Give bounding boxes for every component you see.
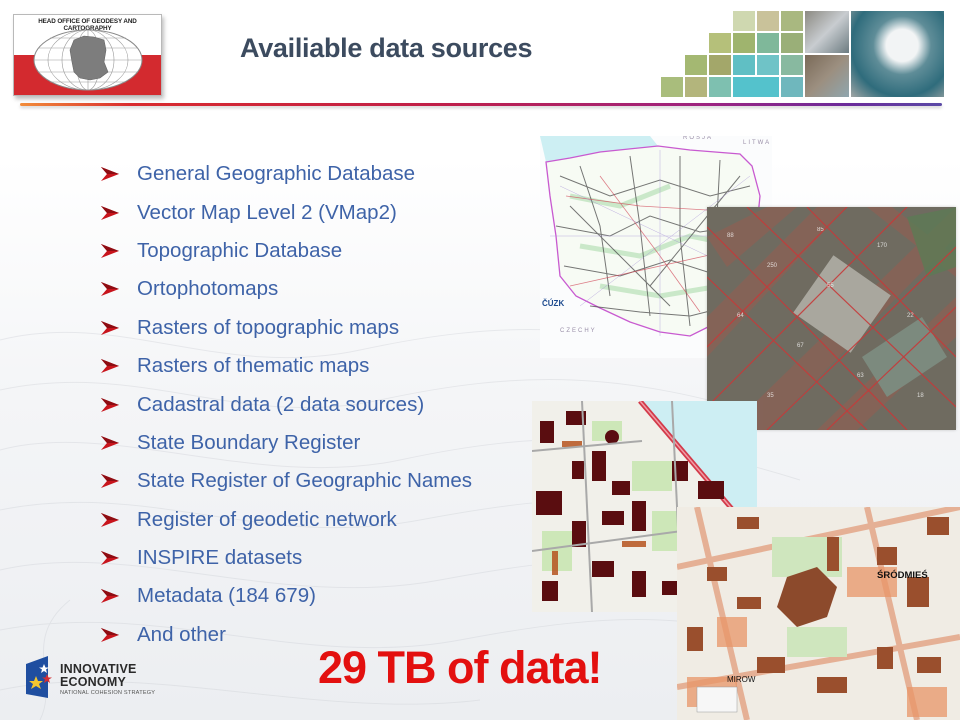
cadastral-orthophoto-image: 88 250 85 170 64 67 22 63 35 18 55	[707, 207, 956, 430]
arrow-bullet-icon	[101, 359, 119, 374]
arrow-bullet-icon	[101, 627, 119, 642]
list-item: Vector Map Level 2 (VMap2)	[100, 193, 472, 231]
data-sources-list: General Geographic Database Vector Map L…	[100, 155, 472, 654]
list-item: INSPIRE datasets	[100, 539, 472, 577]
list-item: State Register of Geographic Names	[100, 462, 472, 500]
svg-text:170: 170	[877, 243, 888, 249]
header-divider	[20, 103, 942, 106]
arrow-bullet-icon	[101, 589, 119, 604]
logo-line-3: NATIONAL COHESION STRATEGY	[60, 690, 156, 696]
list-item-label: And other	[137, 622, 226, 646]
list-item: General Geographic Database	[100, 155, 472, 193]
list-item-label: State Boundary Register	[137, 430, 361, 454]
map-label-north: ROSJA	[683, 136, 714, 141]
svg-text:63: 63	[857, 373, 864, 379]
list-item-label: Register of geodetic network	[137, 507, 397, 531]
list-item-label: General Geographic Database	[137, 162, 416, 186]
list-item-label: Vector Map Level 2 (VMap2)	[137, 200, 397, 224]
list-item-label: Ortophotomaps	[137, 277, 279, 301]
map-label-south: CZECHY	[560, 328, 597, 334]
list-item: Ortophotomaps	[100, 270, 472, 308]
list-item: Rasters of topographic maps	[100, 309, 472, 347]
list-item-label: Metadata (184 679)	[137, 584, 316, 608]
svg-text:67: 67	[797, 343, 804, 349]
arrow-bullet-icon	[101, 435, 119, 450]
satellite-mosaic-image	[660, 8, 948, 98]
svg-text:250: 250	[767, 263, 778, 269]
list-item-label: Cadastral data (2 data sources)	[137, 392, 425, 416]
district-label: ŚRÓDMIEŚ	[877, 570, 928, 581]
map-label-east: LITWA	[743, 140, 772, 146]
list-item-label: INSPIRE datasets	[137, 546, 303, 570]
svg-text:22: 22	[907, 313, 914, 319]
arrow-bullet-icon	[101, 205, 119, 220]
list-item: Register of geodetic network	[100, 501, 472, 539]
arrow-bullet-icon	[101, 282, 119, 297]
arrow-bullet-icon	[101, 243, 119, 258]
arrow-bullet-icon	[101, 474, 119, 489]
innovative-economy-logo: INNOVATIVE ECONOMY NATIONAL COHESION STR…	[24, 652, 174, 706]
list-item-label: State Register of Geographic Names	[137, 469, 472, 493]
arrow-bullet-icon	[101, 397, 119, 412]
logo-line-1: INNOVATIVE	[60, 662, 137, 676]
logo-line-2: ECONOMY	[60, 675, 126, 689]
list-item: Topographic Database	[100, 232, 472, 270]
data-volume-stat: 29 TB of data!	[318, 642, 603, 693]
svg-text:35: 35	[767, 393, 774, 399]
eu-stars-flag-icon	[26, 656, 52, 698]
arrow-bullet-icon	[101, 551, 119, 566]
svg-text:85: 85	[817, 227, 824, 233]
cuzk-logo: ČÚZK	[542, 299, 565, 308]
svg-text:64: 64	[737, 313, 744, 319]
arrow-bullet-icon	[101, 167, 119, 182]
list-item: Metadata (184 679)	[100, 577, 472, 615]
globe-poland-icon	[33, 29, 143, 91]
arrow-bullet-icon	[101, 512, 119, 527]
list-item: State Boundary Register	[100, 424, 472, 462]
page-title: Availiable data sources	[240, 33, 533, 63]
city-center-topographic-map-image: ŚRÓDMIEŚ MIROW	[677, 507, 960, 720]
list-item-label: Topographic Database	[137, 238, 343, 262]
svg-text:18: 18	[917, 393, 924, 399]
arrow-bullet-icon	[101, 320, 119, 335]
list-item: Cadastral data (2 data sources)	[100, 385, 472, 423]
list-item-label: Rasters of thematic maps	[137, 354, 370, 378]
list-item-label: Rasters of topographic maps	[137, 315, 400, 339]
svg-text:55: 55	[827, 283, 834, 289]
area-label: MIROW	[727, 675, 756, 684]
list-item: Rasters of thematic maps	[100, 347, 472, 385]
svg-text:88: 88	[727, 233, 734, 239]
head-office-logo: HEAD OFFICE OF GEODESY AND CARTOGRAPHY	[13, 14, 162, 96]
